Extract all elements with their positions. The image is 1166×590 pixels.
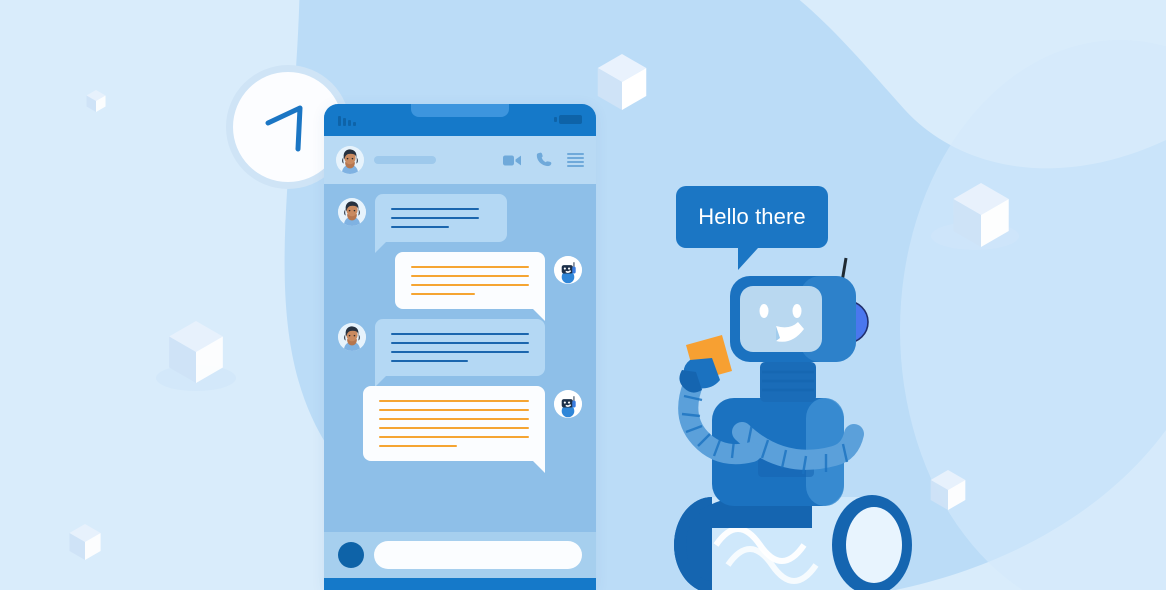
message-input-bar [324,532,596,578]
message-bubble [375,319,545,387]
camera-notch [411,104,509,117]
seven-mark-icon [265,105,303,152]
phone-status-bar [324,104,596,136]
message-text-line [379,400,529,402]
message-text-line [379,436,529,438]
bot-avatar[interactable] [554,256,582,284]
phone-call-icon[interactable] [535,152,553,168]
message-text-line [411,275,529,277]
user-avatar[interactable] [338,323,366,351]
user-avatar[interactable] [338,198,366,226]
message-text-line [379,427,529,429]
robot-avatar-icon [554,390,582,418]
chat-message-bot [324,386,596,473]
woman-avatar-icon [338,323,366,351]
robot-avatar-icon [554,256,582,284]
chat-message-user [324,319,596,387]
message-text-line [391,351,529,353]
robot-eye-left [759,304,769,318]
chat-header [324,136,596,184]
header-actions [503,152,584,168]
message-bubble [395,252,545,321]
message-text-line [391,226,449,228]
attachment-button[interactable] [338,542,364,568]
robot [674,257,912,590]
contact-avatar[interactable] [336,146,364,174]
message-text-line [379,445,457,447]
message-bubble [375,194,507,253]
bot-avatar[interactable] [554,390,582,418]
phone-footer [324,578,596,590]
woman-avatar-icon [336,146,364,174]
video-camera-icon[interactable] [503,154,521,167]
robot-held-card [679,335,732,393]
message-bubble [363,386,545,473]
illustration-canvas: Hello there [0,0,1166,590]
chat-message-user [324,194,596,253]
robot-head [730,276,856,362]
speech-bubble: Hello there [676,186,828,270]
message-text-line [411,284,529,286]
phone-mockup [324,104,596,590]
chat-message-bot [324,252,596,321]
robot-eye-right [792,304,802,318]
battery-icon [554,115,582,124]
robot-neck [760,362,816,402]
contact-name-placeholder [374,156,436,164]
message-text-line [411,293,475,295]
message-text-line [391,360,469,362]
message-text-line [411,266,529,268]
chat-message-list[interactable] [324,184,596,532]
message-input[interactable] [374,541,582,569]
speech-bubble-text: Hello there [698,204,806,229]
message-text-line [391,217,479,219]
hamburger-menu-icon[interactable] [567,153,584,167]
message-text-line [379,409,529,411]
message-text-line [391,208,479,210]
message-text-line [391,333,529,335]
robot-face-screen [740,286,822,352]
signal-bars-icon [338,114,356,126]
message-text-line [379,418,529,420]
woman-avatar-icon [338,198,366,226]
message-text-line [391,342,529,344]
